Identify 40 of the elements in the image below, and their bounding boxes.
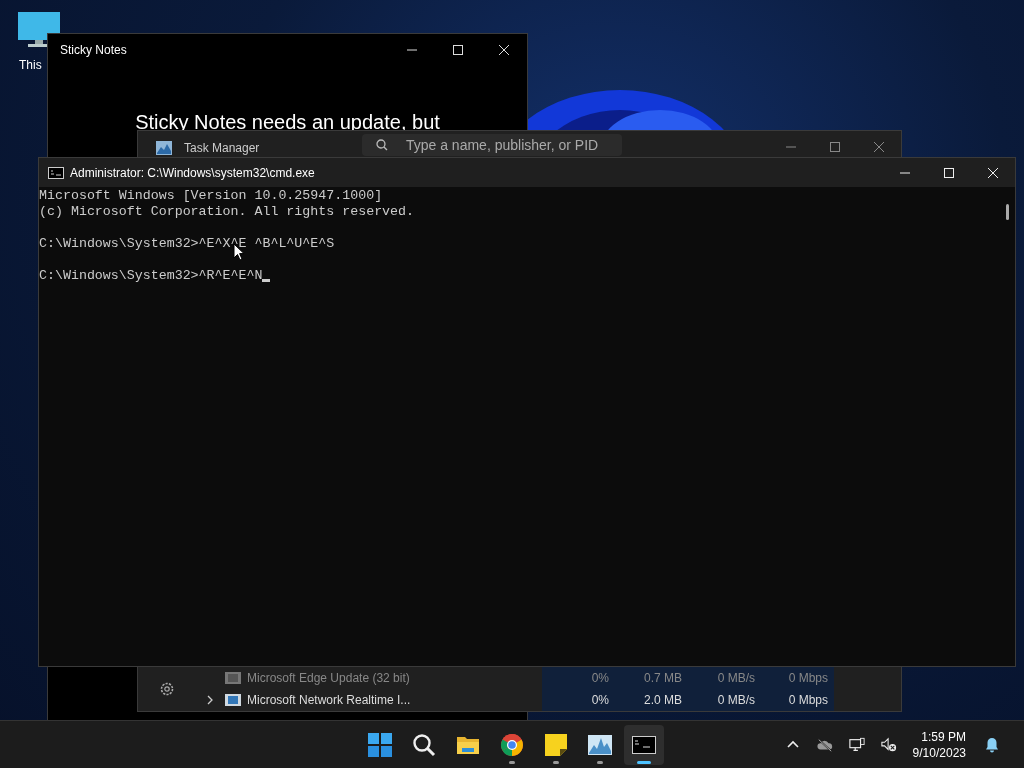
chart-icon: [588, 732, 612, 757]
table-cell: 0 Mbps: [761, 667, 834, 689]
table-cell: 0 Mbps: [761, 689, 834, 711]
process-name[interactable]: Microsoft Network Realtime I...: [247, 693, 422, 707]
monitor-icon[interactable]: [18, 12, 60, 48]
message-text: Sticky Notes needs an update, but: [135, 110, 440, 134]
search-icon: [376, 139, 388, 151]
taskbar-button[interactable]: [624, 724, 664, 765]
windows-logo-icon: [368, 732, 392, 757]
window-title: Sticky Notes: [60, 43, 128, 57]
console-line: C:\Windows\System32>^E^X^E ^B^L^U^E^S: [39, 236, 335, 252]
window-title: Administrator: C:\Windows\system32\cmd.exe: [70, 165, 315, 180]
settings-icon[interactable]: [159, 681, 175, 697]
app-icon: [225, 671, 241, 685]
table-cell: 0%: [542, 667, 615, 689]
chart-icon: [156, 141, 172, 155]
cloud-off-icon[interactable]: [816, 736, 833, 753]
table-cell: 0%: [542, 689, 615, 711]
clock[interactable]: 1:59 PM 9/10/2023: [912, 728, 966, 761]
network-icon[interactable]: [848, 736, 865, 753]
icon-label: This: [19, 58, 42, 72]
window-title: Task Manager: [184, 141, 261, 155]
console-icon: [48, 166, 64, 179]
table-cell: 0.7 MB: [615, 667, 688, 689]
search-icon: [412, 732, 436, 757]
process-name[interactable]: Microsoft Edge Update (32 bit): [247, 671, 422, 685]
console-line: (c) Microsoft Corporation. All rights reserved.: [39, 204, 415, 220]
note-icon: [544, 732, 568, 757]
volume-muted-icon[interactable]: [880, 736, 897, 753]
scrollbar-thumb[interactable]: [1006, 204, 1009, 220]
search-field[interactable]: Type a name, publisher, or PID: [362, 134, 622, 156]
bell-icon[interactable]: [984, 736, 1000, 753]
console-line: C:\Windows\System32>^R^E^E^N: [39, 268, 263, 284]
table-cell: 0 MB/s: [688, 667, 761, 689]
table-cell: 0 MB/s: [688, 689, 761, 711]
expand-chevron-icon[interactable]: [207, 695, 213, 705]
app-icon: [225, 693, 241, 707]
console-line: Microsoft Windows [Version 10.0.25947.1000]: [39, 188, 383, 204]
browser-icon: [500, 732, 524, 757]
table-cell: 2.0 MB: [615, 689, 688, 711]
